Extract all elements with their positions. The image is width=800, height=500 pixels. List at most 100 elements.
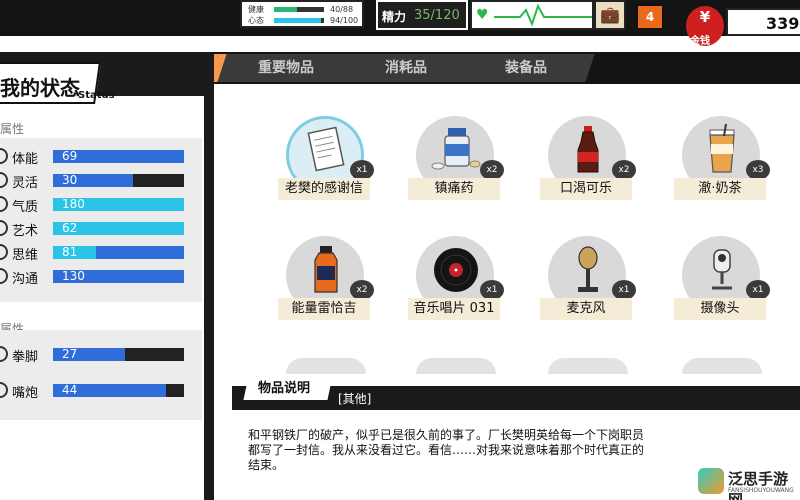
- item-card[interactable]: x2 能量雷恰吉: [278, 236, 374, 346]
- stat-row: 艺术 62: [0, 218, 200, 240]
- letter-icon: [307, 126, 345, 172]
- health-bar: [274, 7, 324, 12]
- webcam-icon: [712, 249, 732, 290]
- stat-bar: 27: [53, 347, 184, 361]
- stat-value: 81: [62, 245, 78, 259]
- stat-bar: 30: [53, 173, 184, 187]
- health-value: 40/88: [330, 5, 354, 14]
- stat-value: 30: [62, 173, 78, 187]
- status-subtitle: Status: [78, 90, 115, 101]
- item-card-partial[interactable]: [548, 358, 628, 374]
- description-line: 结束。: [248, 458, 285, 472]
- item-card-partial[interactable]: [286, 358, 366, 374]
- stat-name: 嘴炮: [12, 386, 39, 401]
- health-label: 健康: [248, 5, 264, 14]
- attribute-group-title: 属性: [0, 122, 25, 136]
- watermark-text: 泛思手游网: [728, 470, 789, 500]
- cola-bottle-icon: [577, 126, 599, 173]
- item-name: 摄像头: [674, 298, 766, 320]
- stat-bar: 130: [53, 269, 184, 283]
- stat-bar: 81: [53, 245, 184, 259]
- attr-ring-icon: [0, 346, 8, 362]
- level-badge[interactable]: 4: [636, 4, 664, 30]
- item-count: x2: [350, 280, 374, 300]
- description-category: [其他]: [338, 392, 372, 406]
- item-card[interactable]: x1 老樊的感谢信: [278, 116, 374, 226]
- microphone-icon: [578, 246, 598, 292]
- description-title: 物品说明: [258, 381, 311, 396]
- stat-name: 艺术: [12, 224, 39, 239]
- mood-label: 心态: [248, 16, 264, 25]
- stat-name: 灵活: [12, 176, 39, 191]
- attr-ring-icon: [0, 148, 8, 164]
- description-line: 都写了一封信。我从来没看过它。看信……对我来说意味着那个时代真正的: [248, 443, 645, 457]
- tab-consumables-label: 消耗品: [385, 60, 427, 76]
- item-card[interactable]: x2 镇痛药: [408, 116, 504, 226]
- stamina-value: 35/120: [414, 8, 460, 23]
- money-display: 3393: [726, 8, 800, 36]
- item-count: x1: [612, 280, 636, 300]
- item-count: x1: [480, 280, 504, 300]
- item-card-partial[interactable]: [416, 358, 496, 374]
- tab-equipment[interactable]: 装备品: [457, 54, 595, 82]
- item-count: x2: [480, 160, 504, 180]
- item-name: 老樊的感谢信: [278, 178, 370, 200]
- item-card[interactable]: x3 澈·奶茶: [674, 116, 770, 226]
- money-icon: ¥ 金钱: [686, 6, 724, 47]
- item-name: 口渴可乐: [540, 178, 632, 200]
- level-value: 4: [645, 10, 655, 24]
- stat-name: 思维: [12, 248, 39, 263]
- energy-drink-icon: [314, 246, 338, 293]
- tab-consumables[interactable]: 消耗品: [337, 54, 475, 82]
- stat-bar: 62: [53, 221, 184, 235]
- health-fill: [274, 7, 297, 12]
- stat-row: 体能 69: [0, 146, 200, 168]
- mood-value: 94/100: [330, 16, 359, 25]
- pill-bottle-icon: [431, 128, 481, 170]
- milk-tea-icon: [709, 124, 735, 173]
- item-card[interactable]: x1 麦克风: [540, 236, 636, 346]
- health-row: 健康 40/88: [248, 4, 362, 15]
- tab-important[interactable]: 重要物品: [217, 54, 355, 82]
- briefcase-icon: 💼: [600, 5, 620, 24]
- money-label: 金钱: [690, 36, 710, 47]
- item-count: x2: [612, 160, 636, 180]
- stat-name: 气质: [12, 200, 39, 215]
- item-card[interactable]: x1 音乐唱片 031: [408, 236, 504, 346]
- description-text: 和平钢铁厂的破产，似乎已是很久前的事了。厂长樊明英给每一个下岗职员 都写了一封信…: [248, 428, 708, 473]
- stamina-panel: 精力 35/120: [376, 0, 468, 30]
- item-card-partial[interactable]: [682, 358, 762, 374]
- stat-bar: 44: [53, 383, 184, 397]
- stat-value: 62: [62, 221, 78, 235]
- attr-ring-icon: [0, 382, 8, 398]
- attr-ring-icon: [0, 268, 8, 284]
- stat-name: 体能: [12, 152, 39, 167]
- yen-icon: ¥: [699, 8, 711, 26]
- item-card[interactable]: x2 口渴可乐: [540, 116, 636, 226]
- stat-row: 沟通 130: [0, 266, 200, 288]
- skill-group: 拳脚 27 嘴炮 44: [0, 330, 202, 420]
- heartbeat-monitor: ♥: [470, 0, 594, 30]
- stat-name: 沟通: [12, 272, 39, 287]
- stat-row: 拳脚 27: [0, 344, 200, 366]
- stat-row: 气质 180: [0, 194, 200, 216]
- description-line: 和平钢铁厂的破产，似乎已是很久前的事了。厂长樊明英给每一个下岗职员: [248, 428, 645, 442]
- stat-bar: 69: [53, 149, 184, 163]
- stat-value: 27: [62, 347, 78, 361]
- item-count: x3: [746, 160, 770, 180]
- attr-ring-icon: [0, 220, 8, 236]
- attr-ring-icon: [0, 172, 8, 188]
- item-count: x1: [746, 280, 770, 300]
- stat-name: 拳脚: [12, 350, 39, 365]
- briefcase-button[interactable]: 💼: [594, 0, 626, 30]
- item-name: 麦克风: [540, 298, 632, 320]
- vinyl-record-icon: [434, 248, 478, 292]
- stat-row: 灵活 30: [0, 170, 200, 192]
- mood-bar: [274, 18, 324, 23]
- item-card[interactable]: x1 摄像头: [674, 236, 770, 346]
- stat-row: 思维 81: [0, 242, 200, 264]
- watermark-logo-icon: [698, 468, 724, 494]
- stat-row: 嘴炮 44: [0, 380, 200, 402]
- stat-value: 69: [62, 149, 78, 163]
- site-watermark: 泛思手游网 FANSISHOUYOUWANG: [698, 466, 800, 500]
